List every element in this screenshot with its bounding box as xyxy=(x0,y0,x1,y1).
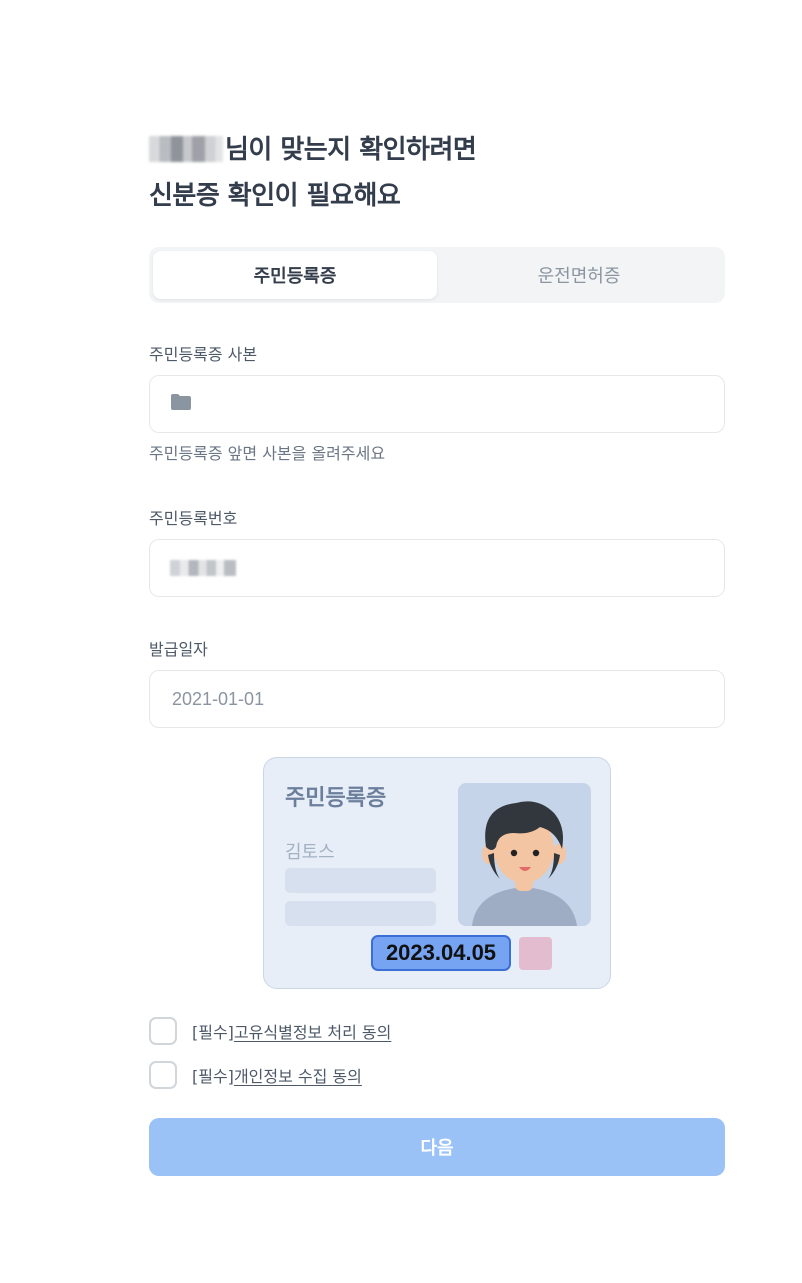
id-card-illustration: 주민등록증 김토스 2023.04.05 xyxy=(263,757,611,989)
resident-number-label: 주민등록번호 xyxy=(149,509,238,528)
resident-number-field[interactable] xyxy=(149,539,725,597)
checkbox[interactable] xyxy=(149,1017,177,1045)
id-type-tabs: 주민등록증 운전면허증 xyxy=(149,247,725,303)
issue-date-input[interactable] xyxy=(170,687,704,711)
agreement-prefix: [필수] xyxy=(192,1067,234,1086)
title-line-1: 님이 맞는지 확인하려면 xyxy=(149,127,477,173)
card-placeholder-bar xyxy=(285,901,436,926)
agreement-row-unique-id[interactable]: [필수]고유식별정보 처리 동의 xyxy=(149,1017,391,1045)
tab-driver-license[interactable]: 운전면허증 xyxy=(437,251,721,299)
agreement-row-privacy[interactable]: [필수]개인정보 수집 동의 xyxy=(149,1061,362,1089)
issue-date-field xyxy=(149,670,725,728)
agreement-text: [필수]고유식별정보 처리 동의 xyxy=(192,1019,391,1043)
next-button[interactable]: 다음 xyxy=(149,1118,725,1176)
card-title: 주민등록증 xyxy=(285,786,387,811)
agreement-prefix: [필수] xyxy=(192,1023,234,1042)
agreement-link[interactable]: 개인정보 수집 동의 xyxy=(234,1067,362,1086)
card-name: 김토스 xyxy=(285,842,335,863)
folder-icon xyxy=(170,393,192,415)
agreement-link[interactable]: 고유식별정보 처리 동의 xyxy=(234,1023,391,1042)
blurred-user-name xyxy=(149,136,223,162)
title-line-1-text: 님이 맞는지 확인하려면 xyxy=(225,135,477,165)
blurred-resident-number xyxy=(170,560,236,576)
checkbox[interactable] xyxy=(149,1061,177,1089)
title-line-2: 신분증 확인이 필요해요 xyxy=(149,181,401,211)
upload-field[interactable] xyxy=(149,375,725,433)
card-placeholder-bar xyxy=(285,868,436,893)
card-stamp xyxy=(519,937,552,970)
page-title: 님이 맞는지 확인하려면 신분증 확인이 필요해요 xyxy=(149,127,477,219)
issue-date-label: 발급일자 xyxy=(149,640,208,659)
upload-label: 주민등록증 사본 xyxy=(149,345,258,364)
tab-resident-card[interactable]: 주민등록증 xyxy=(153,251,437,299)
card-issue-date: 2023.04.05 xyxy=(371,935,511,971)
upload-helper-text: 주민등록증 앞면 사본을 올려주세요 xyxy=(149,444,386,463)
card-photo-avatar xyxy=(458,783,591,926)
agreement-text: [필수]개인정보 수집 동의 xyxy=(192,1063,362,1087)
